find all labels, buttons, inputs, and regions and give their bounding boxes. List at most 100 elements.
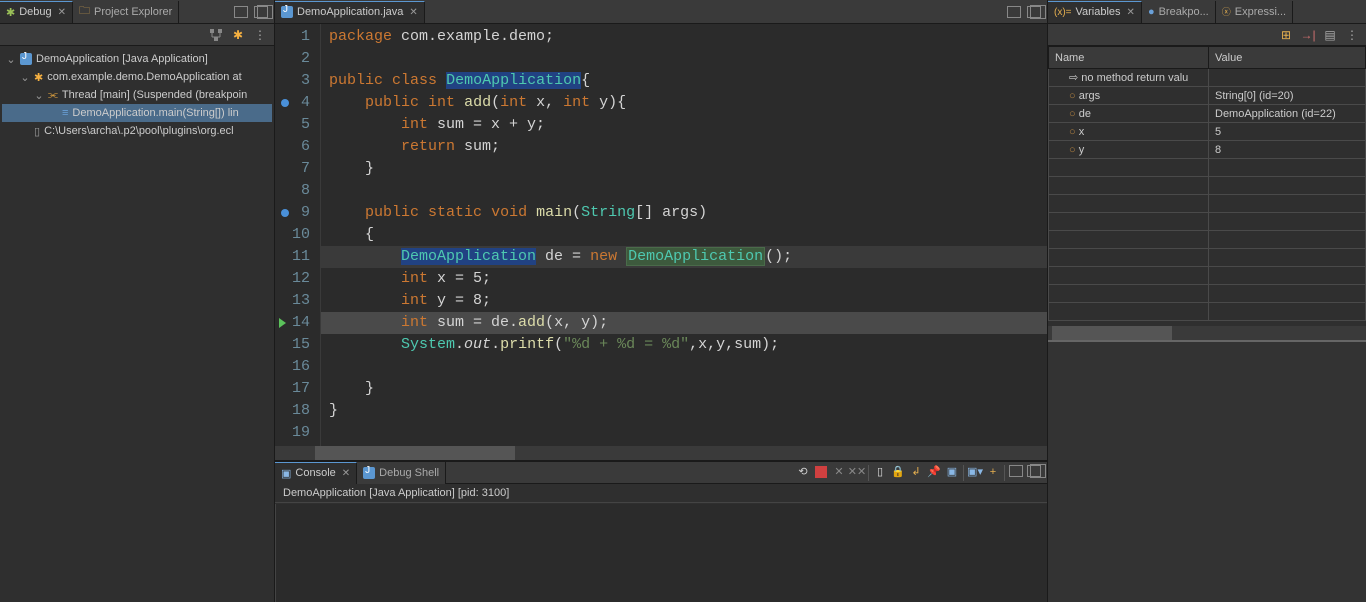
collapse-icon[interactable]: →| [1300, 27, 1316, 43]
tab-label: Debug [19, 6, 51, 18]
show-type-icon[interactable]: ⊞ [1278, 27, 1294, 43]
col-value[interactable]: Value [1209, 47, 1366, 69]
variable-row [1049, 195, 1366, 213]
terminate-icon[interactable] [814, 465, 828, 479]
console-output[interactable] [275, 504, 1047, 602]
folder-icon: 🗀 [79, 2, 90, 21]
breakpoints-icon: ● [1148, 6, 1155, 18]
tree-icon[interactable] [208, 27, 224, 43]
remove-launch-icon[interactable]: ✕ [832, 465, 846, 479]
tree-row[interactable]: ≡ DemoApplication.main(String[]) lin [2, 104, 272, 122]
right-tabbar: (x)= Variables ✕ ● Breakpo... ⓧ Expressi… [1048, 0, 1366, 24]
minimize-icon[interactable] [234, 6, 248, 18]
code-editor[interactable]: 12345678910111213141516171819 package co… [275, 24, 1047, 460]
variable-row [1049, 213, 1366, 231]
restart-icon[interactable]: ⟲ [796, 465, 810, 479]
gear-icon[interactable]: ✱ [230, 27, 246, 43]
variable-row[interactable]: ○ deDemoApplication (id=22) [1049, 105, 1366, 123]
tree-row[interactable]: ⌄ ✱ com.example.demo.DemoApplication at [2, 68, 272, 86]
maximize-icon[interactable] [254, 6, 268, 18]
variables-icon: (x)= [1054, 7, 1072, 18]
tree-label: C:\Users\archa\.p2\pool\plugins\org.ecl [44, 125, 234, 137]
variable-row[interactable]: ○ argsString[0] (id=20) [1049, 87, 1366, 105]
maximize-icon[interactable] [1027, 6, 1041, 18]
variable-row [1049, 303, 1366, 321]
java-app-icon [20, 53, 32, 65]
variable-detail[interactable] [1048, 340, 1366, 602]
tree-label: Thread [main] (Suspended (breakpoin [62, 89, 247, 101]
view-menu-icon[interactable]: ⋮ [1344, 27, 1360, 43]
variable-row [1049, 231, 1366, 249]
tree-label: com.example.demo.DemoApplication at [47, 71, 241, 83]
expander-icon[interactable]: ⌄ [34, 89, 44, 102]
console-panel: ▣ Console ✕ Debug Shell ⟲ ✕ ✕✕ ▯ 🔒 ↲ 📌 ▣ [275, 460, 1047, 602]
scroll-lock-icon[interactable]: 🔒 [891, 465, 905, 479]
expander-icon[interactable]: ⌄ [6, 53, 16, 66]
horizontal-scrollbar[interactable] [275, 446, 1047, 460]
variable-row [1049, 249, 1366, 267]
debug-icon: ✱ [6, 6, 15, 19]
code-lines[interactable]: package com.example.demo;public class De… [321, 24, 1047, 446]
tree-row[interactable]: ▯ C:\Users\archa\.p2\pool\plugins\org.ecl [2, 122, 272, 140]
new-console-icon[interactable]: + [986, 465, 1000, 479]
clear-icon[interactable]: ▯ [873, 465, 887, 479]
tree-label: DemoApplication.main(String[]) lin [72, 107, 238, 119]
debug-panel: ✱ Debug ✕ 🗀 Project Explorer ✱ ⋮ ⌄ DemoAp… [0, 0, 275, 602]
close-icon[interactable]: ✕ [409, 7, 417, 18]
line-gutter[interactable]: 12345678910111213141516171819 [275, 24, 321, 446]
variable-row[interactable]: ○ y8 [1049, 141, 1366, 159]
word-wrap-icon[interactable]: ↲ [909, 465, 923, 479]
expressions-icon: ⓧ [1222, 5, 1231, 18]
tab-label: Breakpo... [1159, 6, 1209, 18]
tree-label: DemoApplication [Java Application] [36, 53, 208, 65]
variable-row [1049, 159, 1366, 177]
close-icon[interactable]: ✕ [58, 7, 66, 18]
tab-label: Project Explorer [94, 6, 172, 18]
variable-row[interactable]: ⇨ no method return valu [1049, 69, 1366, 87]
col-name[interactable]: Name [1049, 47, 1209, 69]
console-icon: ▣ [281, 467, 291, 480]
variables-table: Name Value ⇨ no method return valu○ args… [1048, 46, 1366, 321]
tab-variables[interactable]: (x)= Variables ✕ [1048, 1, 1142, 23]
java-file-icon [281, 6, 293, 18]
file-icon: ▯ [34, 125, 40, 138]
close-icon[interactable]: ✕ [342, 468, 350, 479]
open-console-icon[interactable]: ▣▾ [968, 465, 982, 479]
close-icon[interactable]: ✕ [1127, 7, 1135, 18]
tab-label: Debug Shell [379, 467, 439, 479]
tab-expressions[interactable]: ⓧ Expressi... [1216, 1, 1293, 23]
thread-icon: ⫘ [48, 89, 58, 102]
tab-breakpoints[interactable]: ● Breakpo... [1142, 1, 1216, 23]
tab-debug[interactable]: ✱ Debug ✕ [0, 1, 73, 23]
tree-row[interactable]: ⌄ DemoApplication [Java Application] [2, 50, 272, 68]
minimize-icon[interactable] [1009, 465, 1023, 477]
editor-tabbar: DemoApplication.java ✕ [275, 0, 1047, 24]
pin-icon[interactable]: 📌 [927, 465, 941, 479]
maximize-icon[interactable] [1027, 465, 1041, 477]
tab-label: DemoApplication.java [297, 6, 403, 18]
minimize-icon[interactable] [1007, 6, 1021, 18]
gear-icon: ✱ [34, 71, 43, 84]
vars-scrollbar[interactable] [1048, 326, 1366, 340]
tree-row[interactable]: ⌄ ⫘ Thread [main] (Suspended (breakpoin [2, 86, 272, 104]
variables-toolbar: ⊞ →| ▤ ⋮ [1048, 24, 1366, 46]
console-status: DemoApplication [Java Application] [pid:… [275, 484, 1047, 503]
tab-editor-file[interactable]: DemoApplication.java ✕ [275, 1, 425, 23]
variables-panel: (x)= Variables ✕ ● Breakpo... ⓧ Expressi… [1048, 0, 1366, 602]
debug-toolbar: ✱ ⋮ [0, 24, 274, 46]
tab-debug-shell[interactable]: Debug Shell [357, 462, 446, 484]
variable-row [1049, 177, 1366, 195]
view-menu-icon[interactable]: ⋮ [252, 27, 268, 43]
stackframe-icon: ≡ [62, 107, 68, 119]
variable-row[interactable]: ○ x5 [1049, 123, 1366, 141]
expander-icon[interactable]: ⌄ [20, 71, 30, 84]
java-file-icon [363, 467, 375, 479]
variable-row [1049, 285, 1366, 303]
remove-all-icon[interactable]: ✕✕ [850, 465, 864, 479]
tab-project-explorer[interactable]: 🗀 Project Explorer [73, 1, 179, 23]
tab-label: Console [295, 467, 335, 479]
layout-icon[interactable]: ▤ [1322, 27, 1338, 43]
left-tabbar: ✱ Debug ✕ 🗀 Project Explorer [0, 0, 274, 24]
tab-console[interactable]: ▣ Console ✕ [275, 462, 357, 484]
display-icon[interactable]: ▣ [945, 465, 959, 479]
